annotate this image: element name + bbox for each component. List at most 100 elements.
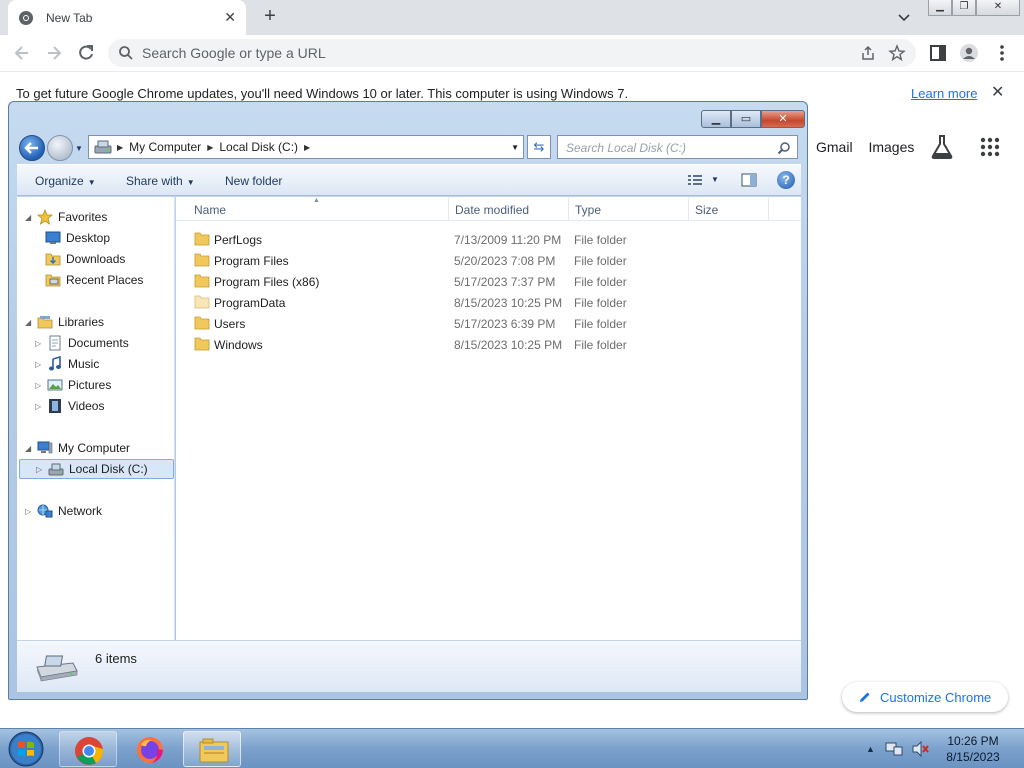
file-row[interactable]: Program Files (x86) 5/17/2023 7:37 PM File… bbox=[176, 271, 801, 292]
breadcrumb-my-computer[interactable]: My Computer bbox=[129, 140, 201, 154]
local-disk-large-icon bbox=[36, 655, 78, 682]
tab-new-tab[interactable]: New Tab ✕ bbox=[8, 0, 246, 35]
share-with-menu[interactable]: Share with ▼ bbox=[126, 174, 195, 188]
column-divider[interactable] bbox=[448, 197, 449, 221]
clock-date: 8/15/2023 bbox=[946, 750, 1000, 764]
learn-more-link[interactable]: Learn more bbox=[911, 86, 977, 101]
refresh-button[interactable]: ⇆ bbox=[527, 135, 551, 159]
nav-music[interactable]: ▷ Music bbox=[35, 354, 99, 374]
infobar-close-icon[interactable]: ✕ bbox=[991, 82, 1004, 102]
column-divider[interactable] bbox=[688, 197, 689, 221]
chrome-close-button[interactable]: ✕ bbox=[976, 0, 1020, 16]
profile-avatar-icon[interactable] bbox=[959, 43, 979, 63]
local-disk-icon bbox=[48, 463, 64, 476]
forward-arrow-icon[interactable] bbox=[44, 43, 64, 63]
view-options-chevron-icon[interactable]: ▼ bbox=[711, 175, 719, 184]
help-icon[interactable]: ? bbox=[777, 171, 795, 189]
recent-pages-chevron-icon[interactable]: ▼ bbox=[75, 144, 83, 153]
chrome-minimize-button[interactable]: ▁ bbox=[928, 0, 952, 16]
downloads-folder-icon bbox=[45, 253, 61, 266]
search-icon[interactable] bbox=[777, 141, 791, 155]
column-divider[interactable] bbox=[768, 197, 769, 221]
side-panel-icon[interactable] bbox=[928, 43, 948, 63]
nav-recent-places[interactable]: Recent Places bbox=[45, 270, 143, 290]
customize-chrome-label: Customize Chrome bbox=[880, 689, 992, 705]
explorer-back-button[interactable] bbox=[19, 135, 45, 161]
explorer-close-button[interactable]: ✕ bbox=[761, 110, 805, 128]
address-bar[interactable]: ▶ My Computer ▶ Local Disk (C:) ▶ ▼ bbox=[88, 135, 524, 159]
gmail-link[interactable]: Gmail bbox=[816, 139, 853, 155]
tab-close-icon[interactable]: ✕ bbox=[224, 9, 236, 26]
file-row[interactable]: Windows 8/15/2023 10:25 PM File folder bbox=[176, 334, 801, 355]
volume-muted-icon[interactable] bbox=[911, 741, 929, 757]
share-icon[interactable] bbox=[860, 45, 876, 61]
new-folder-button[interactable]: New folder bbox=[225, 174, 282, 188]
organize-menu[interactable]: Organize ▼ bbox=[35, 174, 96, 188]
nav-videos[interactable]: ▷ Videos bbox=[35, 396, 104, 416]
images-link[interactable]: Images bbox=[868, 139, 914, 155]
column-header-row: ▲ Name Date modified Type Size bbox=[176, 197, 801, 221]
nav-network[interactable]: ▷ Network bbox=[25, 501, 102, 521]
ntp-header-links: Gmail Images bbox=[816, 139, 926, 155]
windows-taskbar: ▲ 10:26 PM 8/15/2023 bbox=[0, 728, 1024, 768]
explorer-minimize-button[interactable]: ▁ bbox=[701, 110, 731, 128]
taskbar-clock[interactable]: 10:26 PM 8/15/2023 bbox=[940, 733, 1006, 765]
favorites-star-icon bbox=[37, 209, 53, 225]
back-arrow-icon[interactable] bbox=[12, 43, 32, 63]
omnibox-placeholder: Search Google or type a URL bbox=[142, 45, 326, 61]
column-name[interactable]: Name bbox=[194, 203, 226, 221]
nav-desktop[interactable]: Desktop bbox=[45, 228, 110, 248]
command-bar: Organize ▼ Share with ▼ New folder ▼ ? bbox=[17, 164, 801, 196]
taskbar-chrome-button[interactable] bbox=[59, 731, 117, 767]
start-button[interactable] bbox=[6, 730, 46, 768]
bookmark-star-icon[interactable] bbox=[888, 44, 906, 62]
explorer-forward-button[interactable] bbox=[47, 135, 73, 161]
explorer-folder-icon bbox=[199, 738, 229, 763]
breadcrumb-separator-icon[interactable]: ▶ bbox=[117, 143, 123, 152]
network-status-icon[interactable] bbox=[885, 741, 903, 757]
taskbar-explorer-button[interactable] bbox=[183, 731, 241, 767]
nav-downloads[interactable]: Downloads bbox=[45, 249, 125, 269]
chrome-menu-icon[interactable] bbox=[992, 43, 1012, 63]
desktop-icon bbox=[45, 231, 61, 244]
tab-search-chevron-icon[interactable] bbox=[896, 9, 912, 25]
taskbar-firefox-button[interactable] bbox=[121, 731, 179, 767]
column-type[interactable]: Type bbox=[575, 203, 601, 221]
firefox-logo-icon bbox=[137, 737, 163, 763]
pencil-icon bbox=[860, 692, 870, 702]
file-list-pane: ▲ Name Date modified Type Size PerfLogs 7… bbox=[176, 197, 801, 640]
file-row[interactable]: Users 5/17/2023 6:39 PM File folder bbox=[176, 313, 801, 334]
breadcrumb-separator-icon[interactable]: ▶ bbox=[304, 143, 310, 152]
tab-title: New Tab bbox=[46, 10, 93, 25]
column-size[interactable]: Size bbox=[695, 203, 718, 221]
chrome-restore-button[interactable]: ❐ bbox=[952, 0, 976, 16]
documents-icon bbox=[49, 335, 61, 351]
google-apps-grid-icon[interactable] bbox=[980, 137, 1000, 157]
nav-local-disk-selected[interactable]: ▷ Local Disk (C:) bbox=[19, 459, 174, 479]
omnibox[interactable]: Search Google or type a URL bbox=[108, 39, 916, 67]
search-icon bbox=[119, 46, 133, 60]
nav-pictures[interactable]: ▷ Pictures bbox=[35, 375, 111, 395]
change-view-icon[interactable] bbox=[687, 173, 703, 187]
breadcrumb-local-disk[interactable]: Local Disk (C:) bbox=[219, 140, 298, 154]
reload-icon[interactable] bbox=[76, 43, 96, 63]
breadcrumb-separator-icon[interactable]: ▶ bbox=[207, 143, 213, 152]
file-row[interactable]: ProgramData 8/15/2023 10:25 PM File folder bbox=[176, 292, 801, 313]
column-divider[interactable] bbox=[568, 197, 569, 221]
preview-pane-icon[interactable] bbox=[741, 173, 757, 187]
chrome-tab-strip: New Tab ✕ + ▁ ❐ ✕ bbox=[0, 0, 1024, 35]
show-hidden-icons-icon[interactable]: ▲ bbox=[866, 744, 875, 754]
file-row[interactable]: PerfLogs 7/13/2009 11:20 PM File folder bbox=[176, 229, 801, 250]
nav-documents[interactable]: ▷ Documents bbox=[35, 333, 129, 353]
customize-chrome-button[interactable]: Customize Chrome bbox=[842, 682, 1008, 712]
nav-my-computer[interactable]: ◢ My Computer bbox=[25, 438, 130, 458]
explorer-search-input[interactable]: Search Local Disk (C:) bbox=[557, 135, 798, 159]
column-date-modified[interactable]: Date modified bbox=[455, 203, 529, 221]
new-tab-button[interactable]: + bbox=[260, 6, 280, 26]
address-history-chevron-icon[interactable]: ▼ bbox=[511, 143, 519, 152]
file-row[interactable]: Program Files 5/20/2023 7:08 PM File folde… bbox=[176, 250, 801, 271]
labs-flask-icon[interactable] bbox=[930, 134, 954, 160]
explorer-maximize-button[interactable]: ▭ bbox=[731, 110, 761, 128]
nav-libraries[interactable]: ◢ Libraries bbox=[25, 312, 104, 332]
nav-favorites[interactable]: ◢ Favorites bbox=[25, 207, 107, 227]
